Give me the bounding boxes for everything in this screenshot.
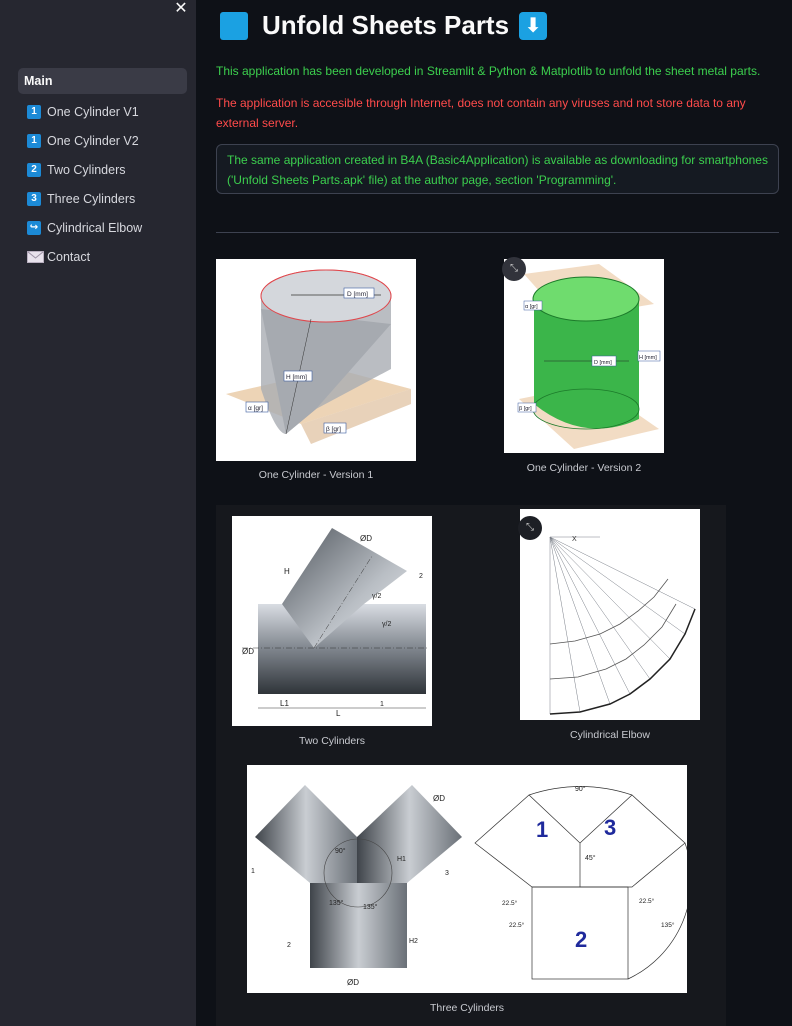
figure-caption: One Cylinder - Version 2 [526, 462, 642, 474]
figure-caption: Cylindrical Elbow [570, 729, 650, 741]
page-title: Unfold Sheets Parts ⬇ [220, 10, 548, 41]
gamma-half-label: γ/2 [382, 621, 391, 628]
sidebar-item-one-cylinder-v2[interactable]: 1 One Cylinder V2 [18, 126, 187, 155]
gamma-half-label: γ/2 [372, 593, 381, 600]
sidebar-item-label: One Cylinder V1 [47, 104, 139, 119]
main-content: Unfold Sheets Parts ⬇ This application h… [196, 0, 792, 1026]
divider [216, 232, 779, 233]
figure-caption: Three Cylinders [429, 1002, 505, 1014]
h-label: H [mm] [286, 374, 307, 381]
l1-label: L1 [280, 699, 289, 708]
sidebar-item-two-cylinders[interactable]: 2 Two Cylinders [18, 155, 187, 184]
expand-image-icon[interactable]: ⤡ [502, 257, 526, 281]
sidebar: ✕ Main 1 One Cylinder V1 1 One Cylinder … [0, 0, 196, 1026]
d-label: D [mm] [594, 360, 612, 366]
h1-label: H1 [397, 856, 406, 863]
intro-text: This application has been developed in S… [216, 64, 761, 78]
d-label: D [mm] [347, 291, 368, 298]
sidebar-item-label: Cylindrical Elbow [47, 220, 143, 235]
three-cylinders-image[interactable]: 90° 135° 135° ØD H1 H2 ØD 1 2 3 90° 45° … [247, 765, 687, 993]
one-cylinder-v2-image[interactable]: D [mm] α [gr] H [mm] β [gr] [504, 259, 664, 453]
od-top-label: ØD [433, 794, 445, 803]
sidebar-item-three-cylinders[interactable]: 3 Three Cylinders [18, 184, 187, 213]
keycap-one-icon: 1 [27, 104, 41, 119]
od-bottom-label: ØD [347, 978, 359, 987]
warning-text: The application is accesible through Int… [216, 96, 746, 130]
page-title-text: Unfold Sheets Parts [262, 10, 510, 40]
angle-90-label: 90° [335, 847, 346, 855]
part3-label: 3 [445, 870, 449, 877]
od-left-label: ØD [242, 647, 254, 656]
expand-image-icon[interactable]: ⤡ [518, 516, 542, 540]
part2-number: 2 [575, 927, 587, 952]
figure-caption: One Cylinder - Version 1 [258, 469, 374, 481]
alpha-label: α [gr] [525, 304, 538, 310]
angle-22-5-label: 22.5° [509, 921, 525, 929]
keycap-one-icon: 1 [27, 133, 41, 148]
part2-label: 2 [419, 573, 423, 580]
cylindrical-elbow-image[interactable]: X [520, 509, 700, 720]
part1-label: 1 [380, 701, 384, 708]
sidebar-item-main[interactable]: Main [18, 68, 187, 94]
sidebar-nav: Main 1 One Cylinder V1 1 One Cylinder V2… [18, 68, 187, 271]
angle-22-5-label: 22.5° [639, 897, 655, 905]
sidebar-item-label: Three Cylinders [47, 191, 136, 206]
h-label: H [284, 567, 290, 576]
sidebar-item-cylindrical-elbow[interactable]: ↪ Cylindrical Elbow [18, 213, 187, 242]
sidebar-item-label: One Cylinder V2 [47, 133, 139, 148]
angle-135-label: 135° [329, 899, 344, 907]
alpha-label: α [gr] [248, 405, 263, 412]
beta-label: β [gr] [326, 426, 341, 433]
od-top-label: ØD [360, 534, 372, 543]
keycap-two-icon: 2 [27, 162, 41, 177]
part3-number: 3 [604, 815, 616, 840]
close-sidebar-icon[interactable]: ✕ [172, 0, 190, 18]
two-cylinders-image[interactable]: ØD H 2 γ/2 γ/2 ØD L1 L 1 [232, 516, 432, 726]
keycap-three-icon: 3 [27, 191, 41, 206]
blue-square-icon [220, 11, 248, 40]
sidebar-item-label: Contact [47, 249, 91, 264]
info-box: The same application created in B4A (Bas… [216, 144, 779, 194]
h2-label: H2 [409, 938, 418, 945]
x-axis-label: X [572, 536, 577, 543]
return-arrow-icon: ↪ [27, 220, 41, 235]
angle-45-label: 45° [585, 854, 596, 862]
l-label: L [336, 709, 341, 718]
angle-22-5-label: 22.5° [502, 899, 518, 907]
angle-135-label: 135° [363, 903, 378, 911]
part1-number: 1 [536, 817, 548, 842]
angle-135-label: 135° [661, 921, 675, 929]
envelope-icon [27, 250, 44, 263]
figure-caption: Two Cylinders [299, 735, 365, 747]
part2-label: 2 [287, 942, 291, 949]
beta-label: β [gr] [519, 406, 532, 412]
sidebar-item-one-cylinder-v1[interactable]: 1 One Cylinder V1 [18, 97, 187, 126]
part1-label: 1 [251, 868, 255, 875]
sidebar-item-label: Main [24, 74, 53, 88]
down-arrow-icon: ⬇ [519, 11, 548, 40]
sidebar-item-label: Two Cylinders [47, 162, 126, 177]
angle-90-label: 90° [575, 785, 586, 793]
h-label: H [mm] [639, 355, 657, 361]
sidebar-item-contact[interactable]: Contact [18, 242, 187, 271]
one-cylinder-v1-image[interactable]: D [mm] H [mm] α [gr] β [gr] [216, 259, 416, 461]
